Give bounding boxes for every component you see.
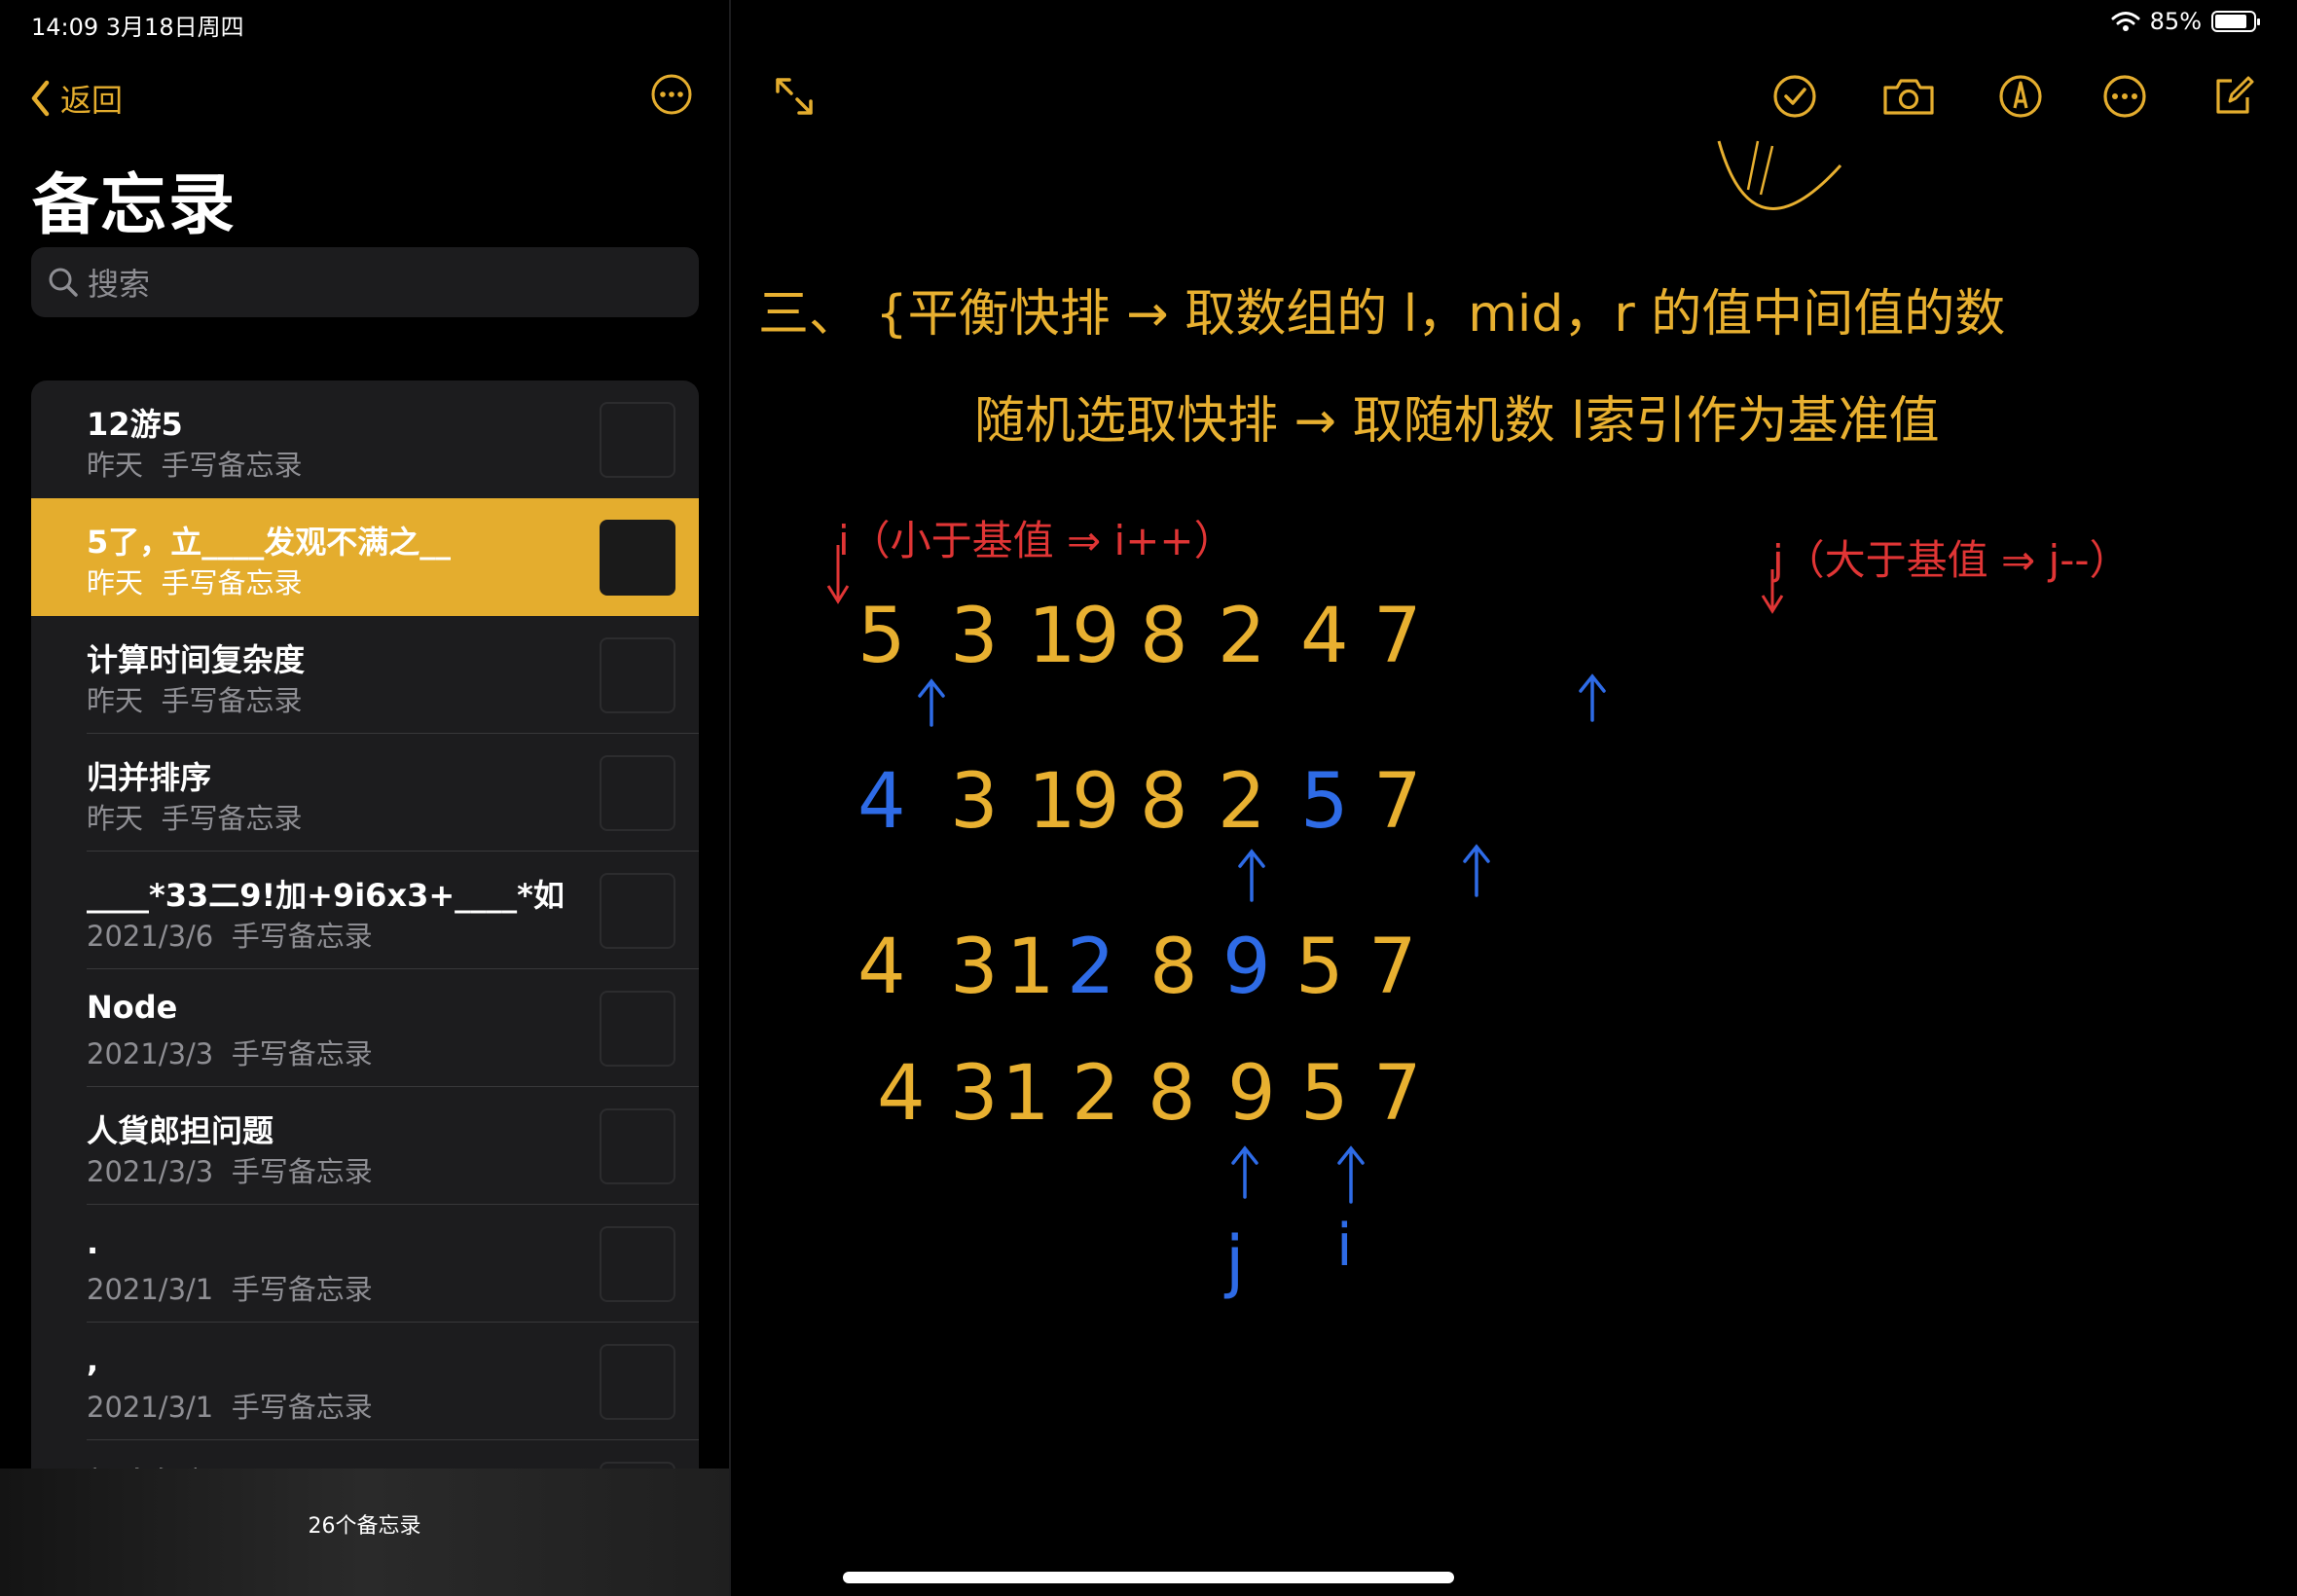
note-row[interactable]: 新建备忘录 <box>31 1440 699 1470</box>
note-row[interactable]: 归并排序 昨天 手写备忘录 <box>31 734 699 852</box>
note-meta: 昨天 手写备忘录 <box>87 566 303 599</box>
handwritten-digit: 1 <box>1028 758 1076 846</box>
note-canvas[interactable]: 三、 {平衡快排 → 取数组的 l，mid，r 的值中间值的数 随机选取快排 →… <box>731 0 2297 1596</box>
home-indicator[interactable] <box>843 1572 1454 1583</box>
handwritten-digit: 7 <box>1373 593 1422 680</box>
more-icon[interactable] <box>651 74 692 115</box>
note-meta: 2021/3/3 手写备忘录 <box>87 1155 373 1188</box>
handwritten-digit: 2 <box>1218 593 1266 680</box>
note-meta: 昨天 手写备忘录 <box>87 684 303 717</box>
section-marker: 三、 {平衡快排 → 取数组的 l，mid，r 的值中间值的数 <box>758 285 2005 344</box>
note-meta: 昨天 手写备忘录 <box>87 802 303 835</box>
notes-sidebar: 14:09 3月18日周四 返回 备忘录 搜索 12游5 昨天 手写备忘录 5了… <box>0 0 729 1596</box>
handwritten-digit: 1 <box>1002 1050 1050 1138</box>
handwritten-digit: 4 <box>1300 593 1349 680</box>
note-meta: 昨天 手写备忘录 <box>87 449 303 482</box>
note-thumbnail <box>600 873 675 949</box>
handwritten-digit: 5 <box>1300 1050 1349 1138</box>
handwritten-digit: 7 <box>1373 1050 1422 1138</box>
note-meta: 2021/3/3 手写备忘录 <box>87 1037 373 1070</box>
pointer-i-label: i <box>1336 1212 1353 1280</box>
handwritten-digit: 3 <box>950 924 999 1011</box>
handwritten-digit: 2 <box>1218 758 1266 846</box>
note-meta: 2021/3/6 手写备忘录 <box>87 920 373 953</box>
note-title: 5了，立____发观不满之__ <box>87 524 452 561</box>
search-icon <box>49 268 78 297</box>
handwritten-digit: 7 <box>1373 758 1422 846</box>
handwritten-digit: 3 <box>950 1050 999 1138</box>
note-title: ____*33二9!加+9i6x3+____*如 <box>87 877 565 914</box>
handwritten-digit: 9 <box>1072 758 1120 846</box>
search-field[interactable]: 搜索 <box>31 247 699 317</box>
notes-count: 26个备忘录 <box>308 1513 421 1539</box>
note-title: Node <box>87 989 178 1026</box>
handwritten-digit: 5 <box>857 593 906 680</box>
note-row[interactable]: Node 2021/3/3 手写备忘录 <box>31 969 699 1087</box>
handwritten-digit: 5 <box>1295 924 1344 1011</box>
random-quicksort-line: 随机选取快排 → 取随机数 l索引作为基准值 <box>974 392 1940 451</box>
handwritten-digit: 4 <box>877 1050 926 1138</box>
note-thumbnail <box>600 991 675 1067</box>
note-thumbnail <box>600 755 675 831</box>
handwritten-digit: 1 <box>1028 593 1076 680</box>
chevron-left-icon <box>31 80 50 117</box>
note-title: 计算时间复杂度 <box>87 641 306 678</box>
note-title: . <box>87 1224 99 1261</box>
status-time: 14:09 3月18日周四 <box>31 14 244 41</box>
arrow-up <box>1579 673 1606 722</box>
handwritten-digit: 4 <box>857 924 906 1011</box>
handwritten-digit: 8 <box>1140 593 1188 680</box>
handwritten-digit: 2 <box>1072 1050 1120 1138</box>
note-row[interactable]: , 2021/3/1 手写备忘录 <box>31 1323 699 1440</box>
handwritten-digit: 9 <box>1227 1050 1276 1138</box>
note-thumbnail <box>600 1344 675 1420</box>
note-row[interactable]: 12游5 昨天 手写备忘录 <box>31 381 699 498</box>
arrow-up <box>918 678 945 727</box>
note-row[interactable]: ____*33二9!加+9i6x3+____*如 2021/3/6 手写备忘录 <box>31 852 699 969</box>
note-thumbnail <box>600 1226 675 1302</box>
note-meta: 2021/3/1 手写备忘录 <box>87 1391 373 1424</box>
note-title: 12游5 <box>87 406 183 443</box>
note-thumbnail <box>600 1108 675 1184</box>
note-title: 人貨郎担问题 <box>87 1112 274 1149</box>
handwritten-digit: 9 <box>1072 593 1120 680</box>
handwritten-digit: 8 <box>1140 758 1188 846</box>
handwritten-digit: 9 <box>1222 924 1271 1011</box>
handwritten-digit: 8 <box>1149 924 1198 1011</box>
note-row[interactable]: 计算时间复杂度 昨天 手写备忘录 <box>31 616 699 734</box>
arrow-up <box>1337 1145 1365 1204</box>
pointer-j-label: j <box>1223 1221 1244 1301</box>
note-row[interactable]: . 2021/3/1 手写备忘录 <box>31 1205 699 1323</box>
arrow-up <box>1463 844 1490 897</box>
digit-rows: 5 3 19 8 2 4 74 3 19 8 2 5 74 3 1 2 8 9 5 74 3 1 2 8 9 5 7 <box>857 593 1422 1138</box>
note-meta: 2021/3/1 手写备忘录 <box>87 1273 373 1306</box>
handwritten-digit: 5 <box>1300 758 1349 846</box>
arrow-up <box>1238 849 1265 902</box>
handwritten-digit: 2 <box>1067 924 1115 1011</box>
note-title: 归并排序 <box>87 759 212 796</box>
note-row[interactable]: 人貨郎担问题 2021/3/3 手写备忘录 <box>31 1087 699 1205</box>
arrow-up <box>1231 1145 1258 1199</box>
bottom-toolbar: 26个备忘录 <box>0 1469 729 1596</box>
label-j-rule: j（大于基值 ⇒ j--） <box>1771 536 2131 584</box>
page-title: 备忘录 <box>32 167 237 244</box>
note-thumbnail <box>600 402 675 478</box>
handwritten-digit: 3 <box>950 758 999 846</box>
back-label: 返回 <box>60 82 124 119</box>
handwritten-digit: 3 <box>950 593 999 680</box>
label-i-rule: i（小于基值 ⇒ i++） <box>838 517 1235 564</box>
handwritten-digit: 1 <box>1006 924 1055 1011</box>
back-button[interactable]: 返回 <box>29 76 123 121</box>
search-placeholder: 搜索 <box>88 266 151 303</box>
note-thumbnail <box>600 520 675 596</box>
handwriting-layer: 三、 {平衡快排 → 取数组的 l，mid，r 的值中间值的数 随机选取快排 →… <box>758 140 2131 1301</box>
note-title: , <box>87 1342 99 1379</box>
handwritten-digit: 7 <box>1368 924 1417 1011</box>
handwritten-digit: 4 <box>857 758 906 846</box>
note-row-selected[interactable]: 5了，立____发观不满之__ 昨天 手写备忘录 <box>31 498 699 616</box>
notes-list: 12游5 昨天 手写备忘录 5了，立____发观不满之__ 昨天 手写备忘录 计… <box>31 381 699 1470</box>
handwritten-digit: 8 <box>1148 1050 1196 1138</box>
note-thumbnail <box>600 637 675 713</box>
